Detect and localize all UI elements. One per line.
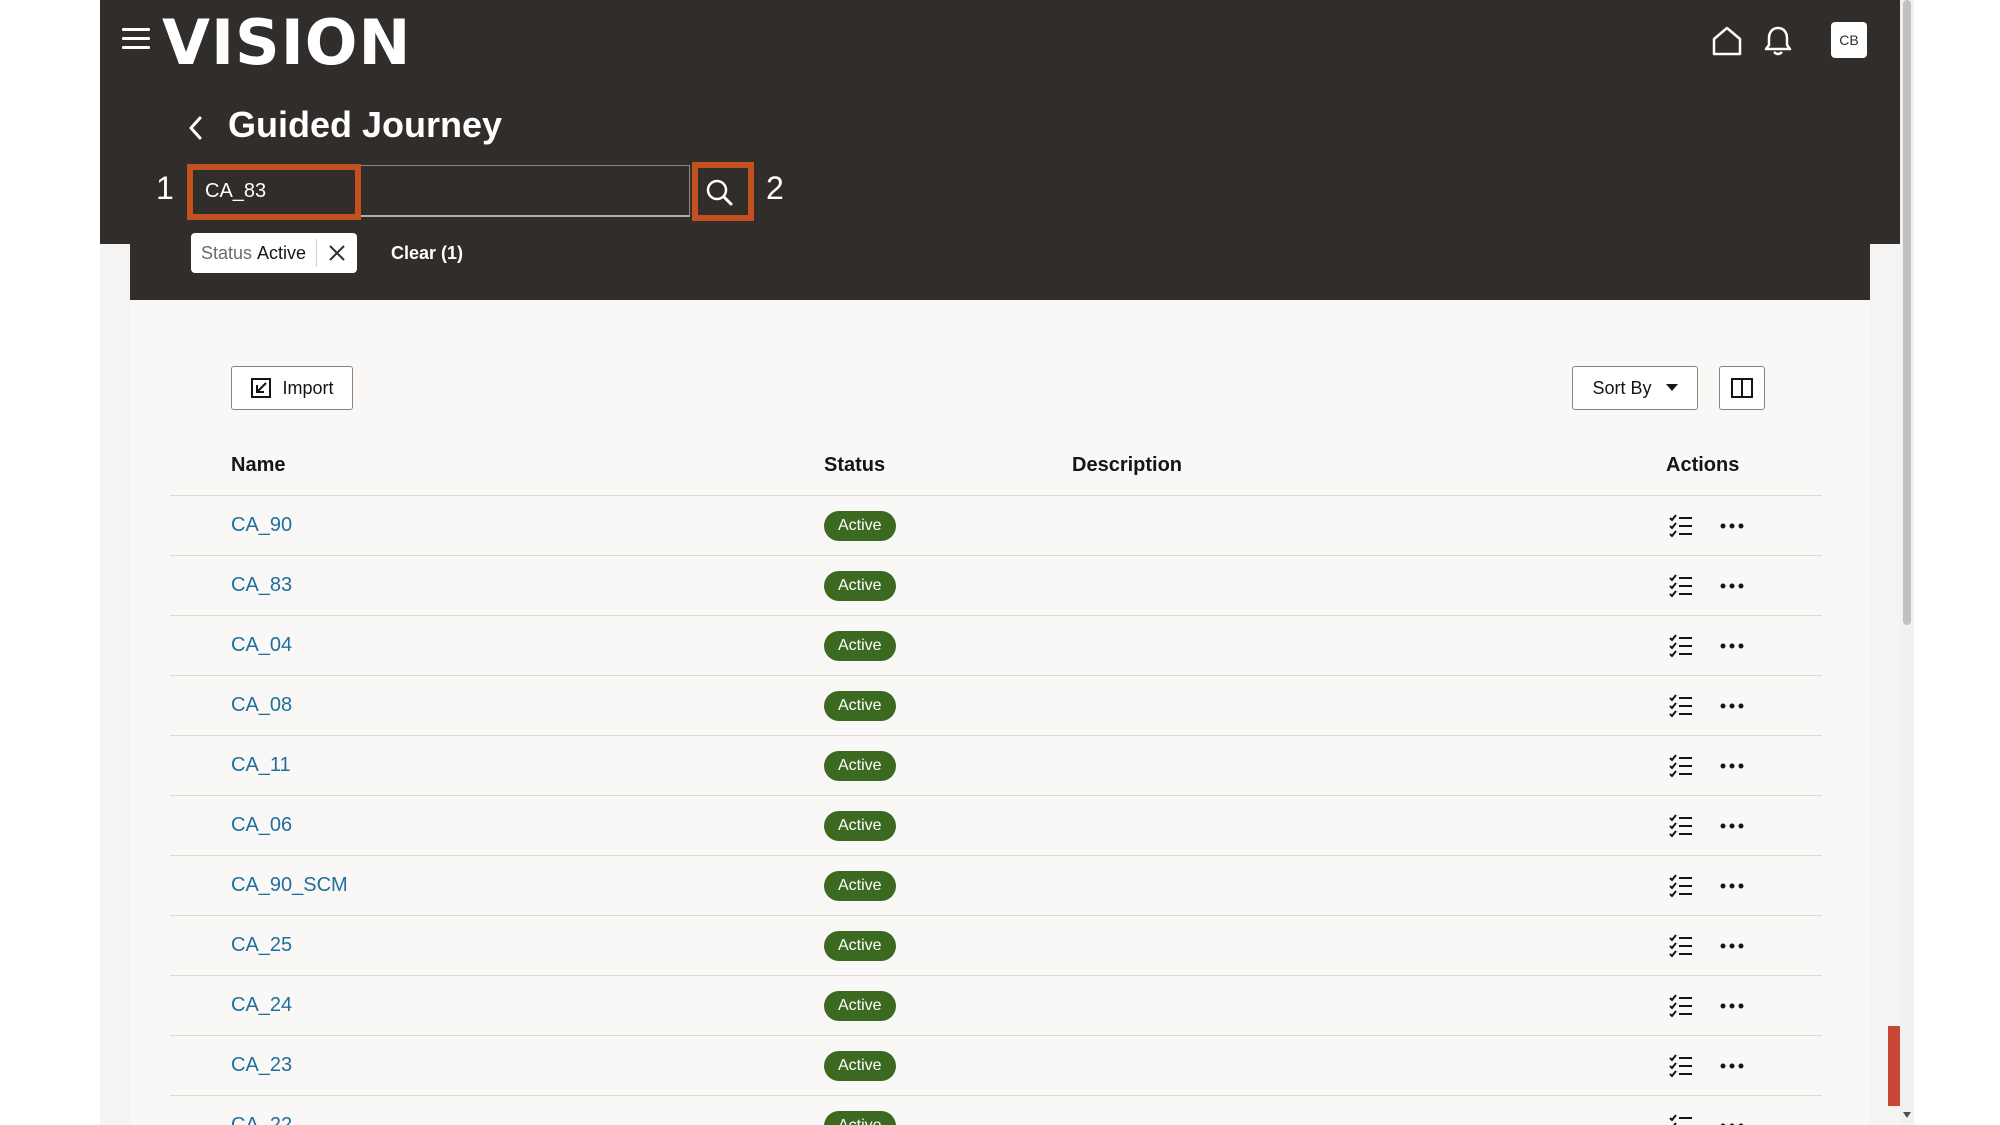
more-horizontal-icon[interactable] [1718, 1112, 1746, 1125]
table-row[interactable]: CA_04 Active [170, 616, 1822, 676]
sort-by-dropdown[interactable]: Sort By [1572, 366, 1698, 410]
status-badge: Active [824, 1111, 896, 1125]
row-name-link[interactable]: CA_90_SCM [231, 874, 348, 897]
filter-chip-value: Active [257, 242, 307, 263]
checklist-icon[interactable] [1667, 1112, 1695, 1125]
app-page: VISION CB Guided Journey 1 2 Status [100, 0, 1900, 1125]
columns-icon [1731, 378, 1753, 398]
clear-filters-link[interactable]: Clear (1) [391, 243, 463, 264]
row-name-link[interactable]: CA_24 [231, 994, 292, 1017]
import-label: Import [282, 377, 334, 398]
checklist-icon[interactable] [1667, 932, 1695, 960]
table-row[interactable]: CA_25 Active [170, 916, 1822, 976]
checklist-icon[interactable] [1667, 512, 1695, 540]
main-content: Import Sort By Name Status Description A… [130, 300, 1870, 1125]
user-avatar[interactable]: CB [1831, 22, 1867, 58]
more-horizontal-icon[interactable] [1718, 872, 1746, 900]
import-button[interactable]: Import [231, 366, 353, 410]
more-horizontal-icon[interactable] [1718, 752, 1746, 780]
home-icon[interactable] [1710, 24, 1744, 58]
status-badge: Active [824, 811, 896, 841]
chat-button[interactable] [1888, 1026, 1900, 1106]
table-row[interactable]: CA_90 Active [170, 496, 1822, 556]
status-badge: Active [824, 931, 896, 961]
status-badge: Active [824, 1051, 896, 1081]
search-input[interactable] [189, 166, 619, 216]
row-name-link[interactable]: CA_90 [231, 514, 292, 537]
more-horizontal-icon[interactable] [1718, 932, 1746, 960]
sort-by-label: Sort By [1592, 377, 1652, 398]
status-badge: Active [824, 871, 896, 901]
table-row[interactable]: CA_23 Active [170, 1036, 1822, 1096]
table-row[interactable]: CA_24 Active [170, 976, 1822, 1036]
table-row[interactable]: CA_90_SCM Active [170, 856, 1822, 916]
annotation-step-1: 1 [156, 170, 174, 206]
page-title: Guided Journey [228, 104, 503, 145]
vision-logo: VISION [162, 6, 412, 79]
filter-chip-label: Status [201, 242, 253, 263]
search-field[interactable] [188, 165, 690, 217]
app-header: VISION CB Guided Journey 1 2 [100, 0, 1900, 244]
status-badge: Active [824, 631, 896, 661]
columns-button[interactable] [1719, 366, 1765, 410]
search-button[interactable] [694, 167, 746, 219]
column-header-name[interactable]: Name [231, 454, 285, 477]
checklist-icon[interactable] [1667, 692, 1695, 720]
header-filter-bar: Status Active Clear (1) [130, 233, 1870, 300]
table-row[interactable]: CA_83 Active [170, 556, 1822, 616]
search-icon [706, 179, 733, 206]
table-row[interactable]: CA_08 Active [170, 676, 1822, 736]
more-horizontal-icon[interactable] [1718, 812, 1746, 840]
more-horizontal-icon[interactable] [1718, 1052, 1746, 1080]
table-row[interactable]: CA_11 Active [170, 736, 1822, 796]
scrollbar-thumb[interactable] [1903, 0, 1911, 625]
checklist-icon[interactable] [1667, 812, 1695, 840]
column-header-status[interactable]: Status [824, 454, 885, 477]
column-header-actions: Actions [1666, 454, 1740, 476]
table-row[interactable]: CA_22 Active [170, 1096, 1822, 1125]
row-name-link[interactable]: CA_11 [231, 754, 291, 777]
annotation-step-2: 2 [766, 170, 784, 206]
caret-down-icon [1665, 384, 1678, 391]
row-name-link[interactable]: CA_23 [231, 1054, 292, 1077]
more-horizontal-icon[interactable] [1718, 692, 1746, 720]
more-horizontal-icon[interactable] [1718, 572, 1746, 600]
bell-icon[interactable] [1762, 24, 1794, 58]
status-badge: Active [824, 511, 896, 541]
hamburger-menu-icon[interactable] [122, 28, 150, 50]
row-name-link[interactable]: CA_25 [231, 934, 292, 957]
checklist-icon[interactable] [1667, 752, 1695, 780]
status-badge: Active [824, 691, 896, 721]
more-horizontal-icon[interactable] [1718, 632, 1746, 660]
checklist-icon[interactable] [1667, 572, 1695, 600]
row-name-link[interactable]: CA_04 [231, 634, 292, 657]
chevron-left-icon[interactable] [184, 114, 208, 142]
checklist-icon[interactable] [1667, 1052, 1695, 1080]
status-badge: Active [824, 751, 896, 781]
table-row[interactable]: CA_06 Active [170, 796, 1822, 856]
row-name-link[interactable]: CA_08 [231, 694, 292, 717]
checklist-icon[interactable] [1667, 992, 1695, 1020]
import-icon [251, 378, 272, 398]
more-horizontal-icon[interactable] [1718, 992, 1746, 1020]
close-icon [329, 245, 345, 261]
scroll-down-arrow-icon[interactable] [1902, 1110, 1912, 1120]
status-badge: Active [824, 571, 896, 601]
row-name-link[interactable]: CA_06 [231, 814, 292, 837]
more-horizontal-icon[interactable] [1718, 512, 1746, 540]
column-header-description[interactable]: Description [1072, 454, 1182, 477]
status-badge: Active [824, 991, 896, 1021]
row-name-link[interactable]: CA_83 [231, 574, 292, 597]
checklist-icon[interactable] [1667, 632, 1695, 660]
row-name-link[interactable]: CA_22 [231, 1114, 292, 1125]
checklist-icon[interactable] [1667, 872, 1695, 900]
remove-filter-button[interactable] [317, 233, 357, 273]
filter-chip-status: Status Active [191, 233, 357, 273]
